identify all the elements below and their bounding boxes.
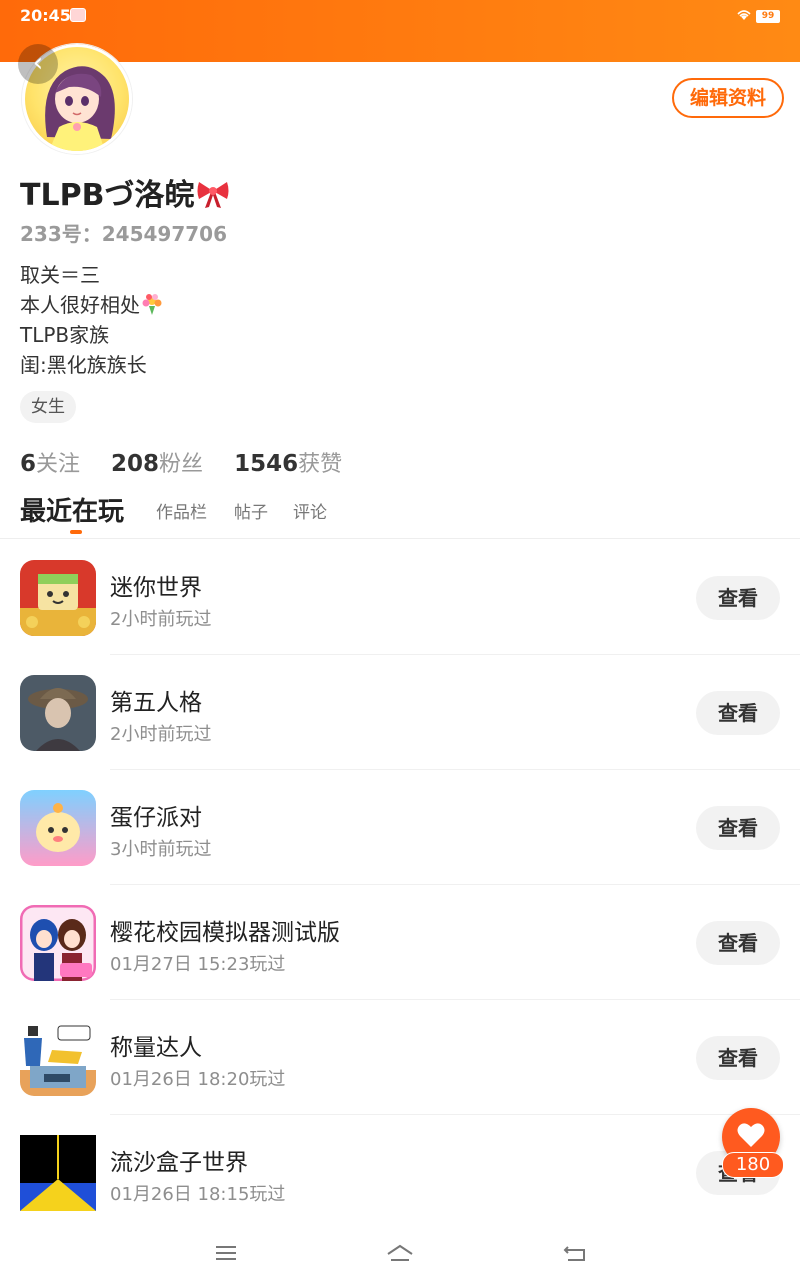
bio-line: 本人很好相处 xyxy=(20,290,164,320)
view-button[interactable]: 查看 xyxy=(696,1036,780,1080)
sand-box-world-icon xyxy=(20,1135,96,1211)
weighing-master-icon xyxy=(20,1020,96,1096)
identity-v-icon xyxy=(20,675,96,751)
game-row[interactable]: 称量达人 01月26日 18:20玩过 查看 xyxy=(0,1018,800,1134)
game-name: 樱花校园模拟器测试版 xyxy=(110,920,340,946)
fans-stat[interactable]: 208粉丝 xyxy=(111,451,204,477)
mini-world-icon xyxy=(20,560,96,636)
user-id: 233号：245497706 xyxy=(20,218,227,247)
following-count: 6 xyxy=(20,451,37,477)
game-row[interactable]: 蛋仔派对 3小时前玩过 查看 xyxy=(0,788,800,904)
eggy-party-icon xyxy=(20,790,96,866)
game-name: 流沙盒子世界 xyxy=(110,1150,248,1176)
user-id-value: 245497706 xyxy=(101,222,227,246)
bio-line-text: 本人很好相处 xyxy=(20,293,140,317)
back-nav-icon[interactable] xyxy=(560,1238,590,1268)
back-button[interactable]: ‹ xyxy=(18,44,58,84)
bow-icon xyxy=(196,179,230,209)
wifi-icon xyxy=(736,9,752,21)
menu-icon[interactable] xyxy=(211,1238,241,1268)
bio: 取关＝三 本人很好相处 TLPB家族 闺:黑化族族长 xyxy=(20,260,164,380)
game-row[interactable]: 迷你世界 2小时前玩过 查看 xyxy=(0,558,800,674)
bio-line: 闺:黑化族族长 xyxy=(20,353,147,377)
nickname: TLPBづ洛皖 xyxy=(20,170,230,214)
like-count-badge: 180 xyxy=(722,1152,784,1178)
notification-icon xyxy=(70,8,86,22)
following-stat[interactable]: 6关注 xyxy=(20,451,81,477)
edit-profile-button[interactable]: 编辑资料 xyxy=(672,78,784,118)
row-divider xyxy=(110,654,800,655)
likes-stat[interactable]: 1546获赞 xyxy=(234,451,343,477)
game-name: 迷你世界 xyxy=(110,575,202,601)
game-row[interactable]: 第五人格 2小时前玩过 查看 xyxy=(0,673,800,789)
status-time: 20:45 xyxy=(20,6,71,25)
row-divider xyxy=(110,769,800,770)
row-divider xyxy=(110,884,800,885)
bio-line: 取关＝三 xyxy=(20,263,100,287)
following-label: 关注 xyxy=(36,452,81,477)
row-divider xyxy=(110,1114,800,1115)
view-button[interactable]: 查看 xyxy=(696,921,780,965)
heart-icon xyxy=(737,1123,765,1147)
stats-bar: 6关注 208粉丝 1546获赞 xyxy=(20,446,366,478)
game-played-time: 3小时前玩过 xyxy=(110,839,212,860)
view-button[interactable]: 查看 xyxy=(696,691,780,735)
tab-comments[interactable]: 评论 xyxy=(293,495,327,531)
sakura-school-simulator-icon xyxy=(20,905,96,981)
user-id-label: 233号： xyxy=(20,222,102,246)
likes-count: 1546 xyxy=(234,451,299,477)
tab-posts[interactable]: 帖子 xyxy=(234,495,268,531)
game-row[interactable]: 樱花校园模拟器测试版 01月27日 15:23玩过 查看 xyxy=(0,903,800,1019)
bio-line: TLPB家族 xyxy=(20,323,110,347)
gender-tag: 女生 xyxy=(20,391,76,423)
tab-works[interactable]: 作品栏 xyxy=(156,495,207,531)
system-nav-bar xyxy=(0,1226,800,1280)
tab-recently-played[interactable]: 最近在玩 xyxy=(20,494,124,530)
tabs-divider xyxy=(0,538,800,539)
view-button[interactable]: 查看 xyxy=(696,576,780,620)
bouquet-icon xyxy=(140,292,164,316)
active-tab-indicator xyxy=(70,530,82,534)
fans-count: 208 xyxy=(111,451,160,477)
game-played-time: 01月26日 18:20玩过 xyxy=(110,1069,286,1090)
battery-icon: 99 xyxy=(756,10,780,23)
game-played-time: 01月26日 18:15玩过 xyxy=(110,1184,286,1205)
row-divider xyxy=(110,999,800,1000)
game-name: 蛋仔派对 xyxy=(110,805,202,831)
fans-label: 粉丝 xyxy=(159,452,204,477)
game-played-time: 2小时前玩过 xyxy=(110,609,212,630)
likes-label: 获赞 xyxy=(298,452,343,477)
game-name: 称量达人 xyxy=(110,1035,202,1061)
home-icon[interactable] xyxy=(385,1238,415,1268)
game-name: 第五人格 xyxy=(110,690,202,716)
nickname-text: TLPBづ洛皖 xyxy=(20,178,195,213)
view-button[interactable]: 查看 xyxy=(696,806,780,850)
game-played-time: 2小时前玩过 xyxy=(110,724,212,745)
game-played-time: 01月27日 15:23玩过 xyxy=(110,954,286,975)
